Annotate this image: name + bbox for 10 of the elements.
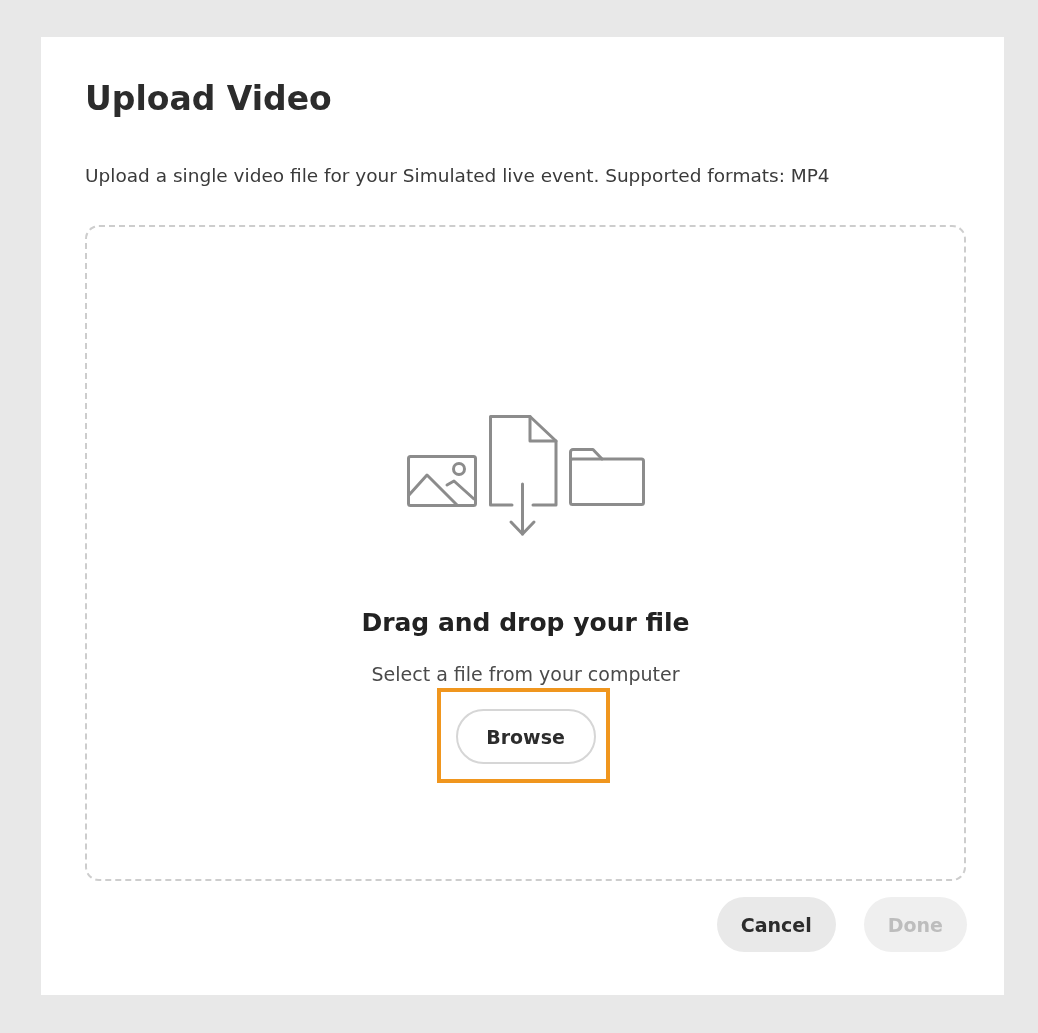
drop-zone[interactable]: Drag and drop your file Select a file from your computer Browse (85, 225, 966, 881)
drop-zone-hint: Select a file from your computer (371, 662, 680, 687)
dialog-description: Upload a single video file for your Simulated live event. Supported formats: MP4 (85, 164, 830, 188)
dialog-title: Upload Video (85, 78, 332, 120)
image-icon (406, 455, 477, 507)
drop-zone-heading: Drag and drop your file (361, 607, 690, 639)
browse-button[interactable]: Browse (455, 709, 596, 764)
cancel-button[interactable]: Cancel (716, 897, 836, 952)
folder-icon (568, 448, 645, 506)
file-download-icon (486, 413, 559, 537)
